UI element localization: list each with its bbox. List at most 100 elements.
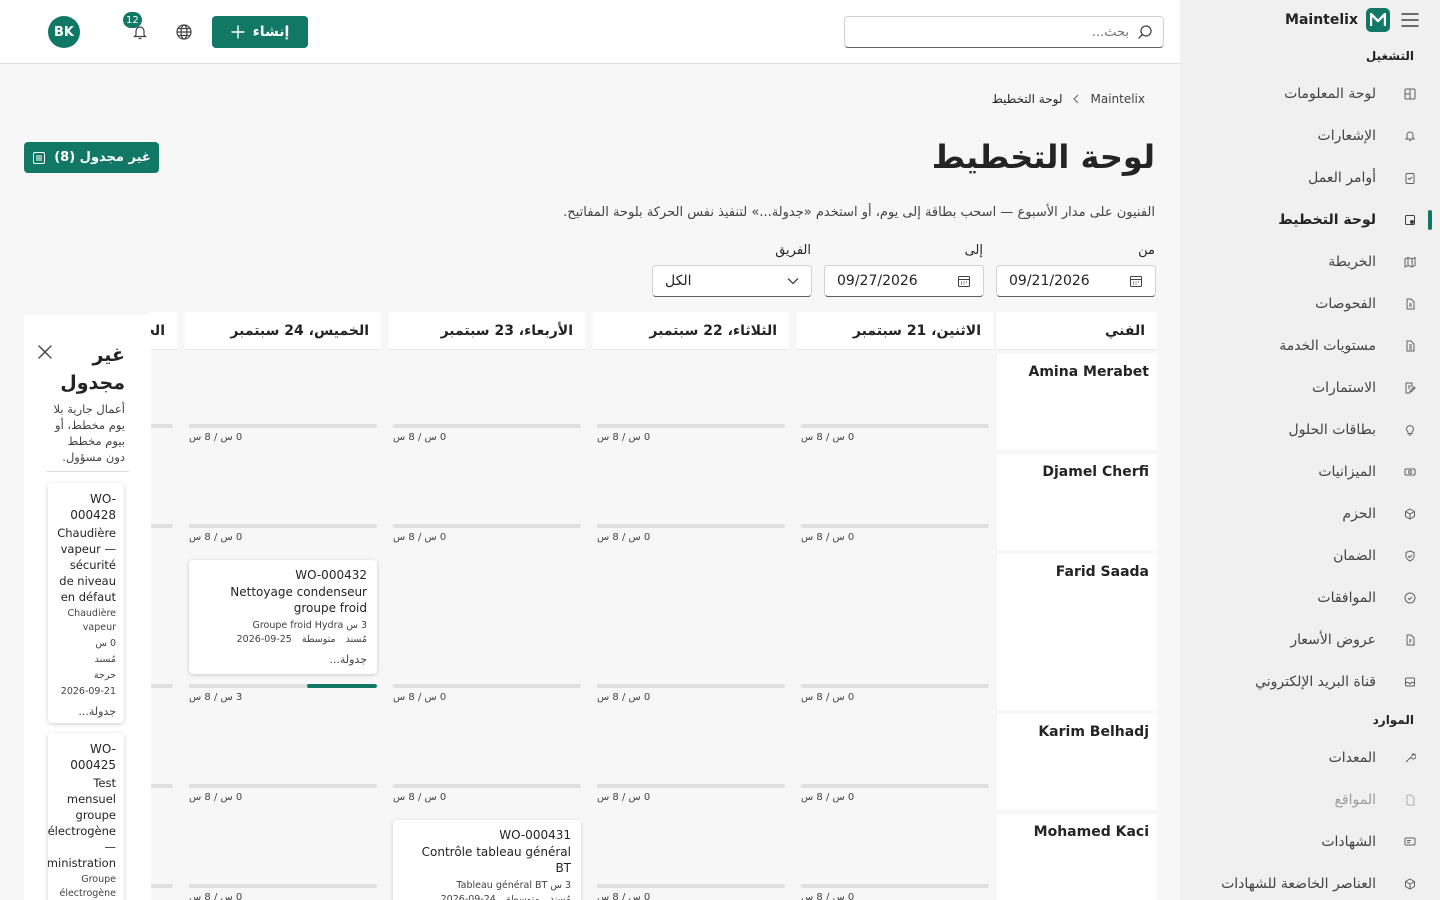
day-cell[interactable]: 0 س / 8 س bbox=[797, 714, 993, 810]
capacity-bar bbox=[150, 884, 173, 888]
from-date-field[interactable]: 09/21/2026 bbox=[996, 265, 1156, 297]
day-cell[interactable]: 0 س / 8 س bbox=[797, 814, 993, 900]
unscheduled-card[interactable]: WO-000425 Test mensuel groupe électrogèn… bbox=[48, 733, 124, 900]
to-date-field[interactable]: 09/27/2026 bbox=[824, 265, 984, 297]
day-cell[interactable]: 0 س / 8 س bbox=[593, 814, 789, 900]
team-select[interactable]: الكل bbox=[652, 265, 812, 297]
sidebar-item-certified-items[interactable]: العناصر الخاضعة للشهادات bbox=[1186, 869, 1420, 899]
day-cell[interactable]: 0 س bbox=[150, 814, 177, 900]
day-header: الخميس، 24 سبتمبر bbox=[185, 312, 381, 350]
sidebar-item-solution-cards[interactable]: بطاقات الحلول bbox=[1186, 415, 1420, 445]
day-header: الثلاثاء، 22 سبتمبر bbox=[593, 312, 789, 350]
globe-icon bbox=[175, 23, 193, 41]
unscheduled-toggle-button[interactable]: غير مجدول (8) bbox=[24, 142, 159, 173]
lightbulb-icon bbox=[1400, 420, 1420, 440]
section-operation: التشغيل bbox=[1365, 49, 1414, 63]
wo-priority: حرجة bbox=[93, 670, 116, 681]
hamburger-menu-icon[interactable] bbox=[1400, 10, 1420, 30]
capacity-bar bbox=[189, 424, 377, 428]
schedule-link[interactable]: جدولة... bbox=[199, 653, 367, 666]
top-bar: إنشاء 12 BK bbox=[0, 0, 1180, 64]
create-button[interactable]: إنشاء bbox=[212, 16, 308, 48]
wo-meta: 3 س Groupe froid Hydra bbox=[252, 620, 367, 631]
wo-id: WO-000425 bbox=[70, 742, 116, 772]
wo-status: مُسند bbox=[549, 894, 571, 900]
building-icon bbox=[1400, 790, 1420, 810]
sidebar-item-forms[interactable]: الاستمارات bbox=[1186, 373, 1420, 403]
breadcrumb: Maintelix لوحة التخطيط bbox=[992, 92, 1145, 106]
document-icon bbox=[1400, 294, 1420, 314]
day-cell[interactable]: 0 س / 8 س bbox=[389, 714, 585, 810]
work-order-card[interactable]: WO-000432 Nettoyage condenseur groupe fro… bbox=[189, 560, 377, 674]
capacity-text: 0 س / 8 س bbox=[393, 792, 447, 803]
breadcrumb-current: لوحة التخطيط bbox=[991, 92, 1063, 106]
wo-asset: Groupe électrogène 250 kVA bbox=[59, 874, 116, 899]
day-cell[interactable]: 0 س / 8 س bbox=[389, 454, 585, 550]
form-edit-icon bbox=[1400, 378, 1420, 398]
schedule-link[interactable]: جدولة... bbox=[56, 705, 116, 718]
sidebar-item-sites[interactable]: المواقع bbox=[1186, 785, 1420, 815]
capacity-text: 0 س / 8 س bbox=[801, 532, 855, 543]
capacity-bar bbox=[189, 524, 377, 528]
sidebar-item-service-levels[interactable]: مستويات الخدمة bbox=[1186, 331, 1420, 361]
day-cell[interactable]: 0 س / 8 س bbox=[185, 714, 381, 810]
notifications-button[interactable]: 12 bbox=[123, 12, 154, 46]
capacity-bar bbox=[801, 784, 989, 788]
day-cell[interactable]: 0 س bbox=[150, 554, 177, 710]
day-cell[interactable]: 0 س / 8 س bbox=[185, 454, 381, 550]
sidebar-item-warranty[interactable]: الضمان bbox=[1186, 541, 1420, 571]
language-button[interactable] bbox=[170, 18, 198, 46]
sidebar-item-dashboard[interactable]: لوحة المعلومات bbox=[1186, 79, 1420, 109]
day-cell[interactable]: 0 س / 8 س bbox=[389, 354, 585, 450]
work-order-card[interactable]: WO-000431 Contrôle tableau général BT 3 س … bbox=[393, 820, 581, 900]
calendar-icon bbox=[957, 274, 971, 288]
day-cell[interactable]: 0 س / 8 س bbox=[797, 554, 993, 710]
capacity-text: 0 س / 8 س bbox=[597, 532, 651, 543]
day-cell[interactable]: 0 س / 8 س bbox=[593, 454, 789, 550]
close-icon[interactable] bbox=[36, 343, 54, 361]
quote-document-icon bbox=[1400, 630, 1420, 650]
sidebar-item-email-channel[interactable]: قناة البريد الإلكتروني bbox=[1186, 667, 1420, 697]
sidebar-item-work-orders[interactable]: أوامر العمل bbox=[1186, 163, 1420, 193]
breadcrumb-root[interactable]: Maintelix bbox=[1090, 92, 1145, 106]
search-input[interactable] bbox=[855, 24, 1129, 40]
page-title: لوحة التخطيط bbox=[931, 138, 1155, 176]
day-cell[interactable]: 0 س / 8 س bbox=[185, 354, 381, 450]
day-cell[interactable]: 0 س bbox=[150, 714, 177, 810]
panel-description: أعمال جارية بلا يوم مخطط، أو بيوم مخطط د… bbox=[53, 402, 125, 464]
sidebar-item-quotes[interactable]: عروض الأسعار bbox=[1186, 625, 1420, 655]
day-cell[interactable]: 0 س / 8 س bbox=[593, 554, 789, 710]
user-avatar[interactable]: BK bbox=[48, 16, 80, 48]
list-icon bbox=[32, 151, 46, 165]
sidebar-item-planning-board[interactable]: لوحة التخطيط bbox=[1186, 205, 1420, 235]
sidebar-item-certificates[interactable]: الشهادات bbox=[1186, 827, 1420, 857]
unscheduled-card[interactable]: WO-000428 Chaudière vapeur — sécurité de… bbox=[48, 483, 124, 723]
day-cell[interactable]: 0 س / 8 س bbox=[185, 814, 381, 900]
day-cell[interactable]: 0 س bbox=[150, 454, 177, 550]
capacity-bar bbox=[150, 684, 173, 688]
sidebar-item-notifications[interactable]: الإشعارات bbox=[1186, 121, 1420, 151]
wo-hours: 0 س bbox=[95, 638, 116, 649]
day-cell[interactable]: 0 س bbox=[150, 354, 177, 450]
capacity-bar bbox=[597, 684, 785, 688]
sidebar-item-inspections[interactable]: الفحوصات bbox=[1186, 289, 1420, 319]
day-cell[interactable]: 0 س / 8 س bbox=[389, 554, 585, 710]
day-header: الجمعة، 25 سبتمبر bbox=[150, 312, 177, 350]
day-cell[interactable]: 0 س / 8 س bbox=[797, 454, 993, 550]
sidebar-item-bundles[interactable]: الحزم bbox=[1186, 499, 1420, 529]
search-box[interactable] bbox=[844, 16, 1164, 48]
capacity-bar bbox=[150, 784, 173, 788]
day-cell[interactable]: 0 س / 8 س bbox=[797, 354, 993, 450]
day-cell[interactable]: 0 س / 8 س bbox=[593, 714, 789, 810]
sidebar-item-map[interactable]: الخريطة bbox=[1186, 247, 1420, 277]
wo-priority: متوسطة bbox=[301, 634, 336, 645]
sidebar-item-approvals[interactable]: الموافقات bbox=[1186, 583, 1420, 613]
day-cell[interactable]: 0 س / 8 س bbox=[593, 354, 789, 450]
capacity-bar bbox=[597, 784, 785, 788]
shield-icon bbox=[1400, 546, 1420, 566]
sidebar-item-equipment[interactable]: المعدات bbox=[1186, 743, 1420, 773]
wo-title: Chaudière vapeur — sécurité de niveau en… bbox=[57, 526, 116, 604]
dashboard-icon bbox=[1400, 84, 1420, 104]
capacity-text: 0 س / 8 س bbox=[597, 432, 651, 443]
sidebar-item-budgets[interactable]: الميزانيات bbox=[1186, 457, 1420, 487]
